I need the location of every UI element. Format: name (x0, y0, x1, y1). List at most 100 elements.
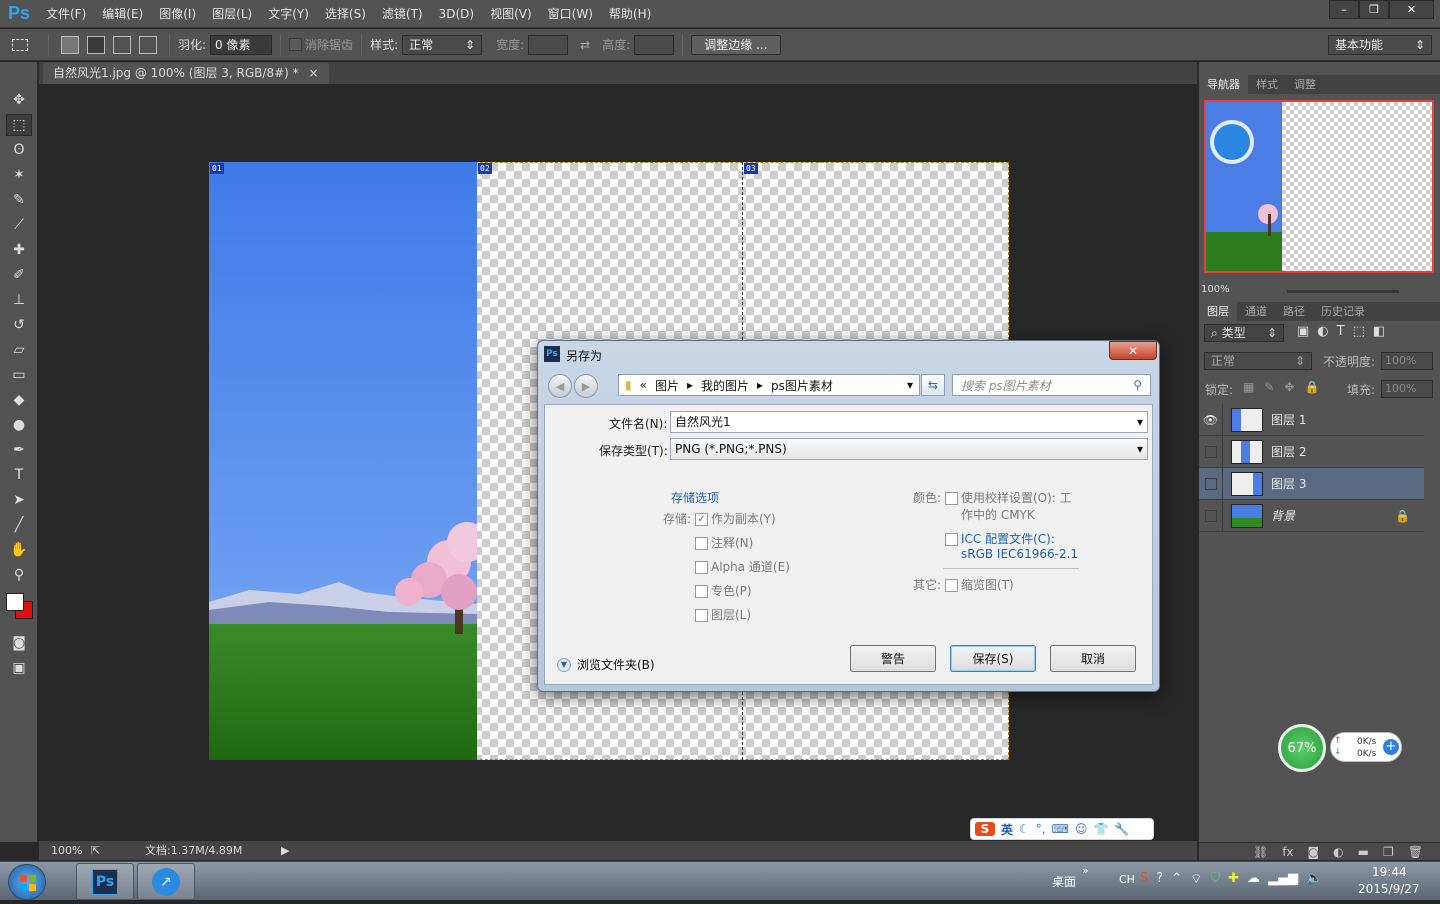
lasso-tool-icon[interactable]: ʘ (6, 139, 32, 161)
user-icon[interactable]: ☺ (1075, 822, 1088, 836)
search-box[interactable]: 搜索 ps图片素材 ⚲ (952, 374, 1151, 396)
thumbnail-option[interactable]: 缩览图(T) (945, 576, 1014, 593)
thumbnail-checkbox[interactable] (945, 579, 958, 592)
eye-icon[interactable]: 👁 (1199, 403, 1223, 436)
healing-brush-tool-icon[interactable]: ✚ (6, 239, 32, 261)
blur-tool-icon[interactable]: ◆ (6, 389, 32, 411)
brush-tool-icon[interactable]: ✐ (6, 264, 32, 286)
zoom-tool-icon[interactable]: ⚲ (6, 564, 32, 586)
wifi-icon[interactable]: ⌔ (1190, 871, 1202, 887)
language-indicator[interactable]: CH (1119, 873, 1135, 886)
close-button[interactable]: ✕ (1389, 0, 1434, 19)
icc-profile-option[interactable]: ICC 配置文件(C): (945, 530, 1055, 547)
height-input[interactable] (634, 34, 675, 55)
style-select[interactable]: 正常 ⇕ (402, 34, 483, 55)
alpha-option[interactable]: Alpha 通道(E) (695, 558, 790, 575)
as-copy-option[interactable]: ✓ 作为副本(Y) (695, 510, 776, 527)
crop-tool-icon[interactable]: ✎ (6, 189, 32, 211)
breadcrumb-item[interactable]: ps图片素材 (771, 377, 899, 394)
feather-input[interactable]: 0 像素 (210, 34, 273, 55)
filter-type-icon[interactable]: T (1337, 324, 1345, 339)
tab-adjustments[interactable]: 调整 (1286, 75, 1324, 94)
restore-button[interactable]: ❐ (1359, 0, 1389, 19)
start-button[interactable] (8, 864, 46, 900)
layer-row[interactable]: 背景 🔒 (1199, 499, 1424, 532)
workspace-select[interactable]: 基本功能 ⇕ (1328, 34, 1432, 55)
warning-button[interactable]: 警告 (850, 645, 936, 672)
adjustment-layer-icon[interactable]: ◐ (1333, 845, 1343, 859)
sogou-tray-icon[interactable]: S (1140, 871, 1148, 887)
tab-channels[interactable]: 通道 (1237, 302, 1275, 321)
menu-help[interactable]: 帮助(H) (601, 0, 659, 28)
wrench-icon[interactable]: 🔧 (1114, 822, 1129, 836)
tab-paths[interactable]: 路径 (1275, 302, 1313, 321)
forward-button[interactable]: ▶ (574, 374, 598, 398)
pen-tool-icon[interactable]: ✒ (6, 439, 32, 461)
fill-input[interactable]: 100% (1381, 380, 1433, 398)
filter-smart-object-icon[interactable]: ◧ (1373, 324, 1385, 339)
desktop-toolbar-label[interactable]: 桌面 (1052, 873, 1076, 890)
screen-mode-icon[interactable]: ▣ (6, 657, 32, 679)
subtract-selection-icon[interactable] (113, 35, 131, 54)
export-icon[interactable]: ⇱ (91, 841, 100, 860)
as-copy-checkbox[interactable]: ✓ (695, 513, 708, 526)
layer-name[interactable]: 背景 (1271, 507, 1395, 524)
signal-icon[interactable]: ▂▄▆ (1268, 871, 1298, 887)
tab-layers[interactable]: 图层 (1199, 302, 1237, 321)
expand-toolbar-icon[interactable]: » (1082, 864, 1089, 877)
security-icon[interactable]: ✚ (1228, 871, 1239, 887)
tray-expand-icon[interactable]: ⌃ (1171, 871, 1182, 887)
eyedropper-tool-icon[interactable]: ⟋ (6, 214, 32, 236)
menu-layer[interactable]: 图层(L) (204, 0, 260, 28)
moon-icon[interactable]: ☾ (1019, 822, 1030, 836)
layer-name[interactable]: 图层 3 (1271, 475, 1306, 492)
breadcrumb-item[interactable]: 我的图片 (701, 377, 749, 394)
marquee-preset-icon[interactable] (0, 38, 40, 51)
minimize-button[interactable]: – (1329, 0, 1359, 19)
lock-transparent-icon[interactable]: ▦ (1243, 380, 1254, 394)
dialog-close-button[interactable]: ✕ (1109, 341, 1157, 360)
navigator-zoom-slider[interactable] (1287, 290, 1399, 293)
layer-name[interactable]: 图层 1 (1271, 411, 1306, 428)
foreground-color-swatch[interactable] (6, 593, 24, 611)
visibility-toggle[interactable] (1199, 435, 1223, 468)
menu-edit[interactable]: 编辑(E) (94, 0, 151, 28)
menu-window[interactable]: 窗口(W) (540, 0, 601, 28)
filter-pixel-icon[interactable]: ▣ (1297, 324, 1309, 339)
move-tool-icon[interactable]: ✥ (6, 89, 32, 111)
layer-style-icon[interactable]: fx (1282, 845, 1293, 859)
network-icon[interactable]: ☁ (1247, 871, 1260, 887)
opacity-input[interactable]: 100% (1381, 352, 1433, 370)
status-menu-arrow-icon[interactable]: ▶ (281, 841, 289, 860)
menu-filter[interactable]: 滤镜(T) (374, 0, 431, 28)
visibility-toggle[interactable] (1199, 467, 1223, 500)
new-selection-icon[interactable] (61, 35, 79, 54)
refine-edge-button[interactable]: 调整边缘 ... (691, 34, 781, 55)
stamp-tool-icon[interactable]: ⊥ (6, 289, 32, 311)
filename-input[interactable]: 自然风光1 ▾ (670, 411, 1148, 433)
taskbar-app[interactable]: ↗ (137, 863, 195, 900)
navigator-preview[interactable] (1204, 100, 1434, 273)
tab-styles[interactable]: 样式 (1248, 75, 1286, 94)
zoom-level[interactable]: 100% (51, 841, 82, 860)
path-selection-tool-icon[interactable]: ➤ (6, 489, 32, 511)
clock-date[interactable]: 2015/9/27 (1358, 882, 1420, 896)
memory-usage-ball[interactable]: 67% (1278, 724, 1326, 772)
add-icon[interactable]: + (1383, 739, 1399, 755)
taskbar-photoshop[interactable]: Ps (76, 863, 134, 900)
address-bar[interactable]: ▮ « 图片 ▸ 我的图片 ▸ ps图片素材 ▾ (618, 374, 920, 396)
help-icon[interactable]: ? (1156, 871, 1163, 887)
filetype-select[interactable]: PNG (*.PNG;*.PNS) ▾ (670, 438, 1148, 460)
menu-image[interactable]: 图像(I) (151, 0, 204, 28)
notes-checkbox[interactable] (695, 537, 708, 550)
lock-all-icon[interactable]: 🔒 (1304, 380, 1319, 394)
filter-adjustment-icon[interactable]: ◐ (1317, 324, 1328, 339)
marquee-tool-icon[interactable]: ⬚ (6, 114, 32, 136)
keyboard-icon[interactable]: ⌨ (1052, 822, 1069, 836)
tab-close-icon[interactable]: × (308, 66, 318, 80)
menu-select[interactable]: 选择(S) (317, 0, 374, 28)
add-mask-icon[interactable]: ◙ (1308, 845, 1320, 859)
network-speed-widget[interactable]: 0K/s 0K/s ↑ ↓ + (1330, 732, 1402, 762)
color-swatches[interactable] (0, 589, 37, 629)
lock-pixels-icon[interactable]: ✎ (1264, 380, 1274, 394)
